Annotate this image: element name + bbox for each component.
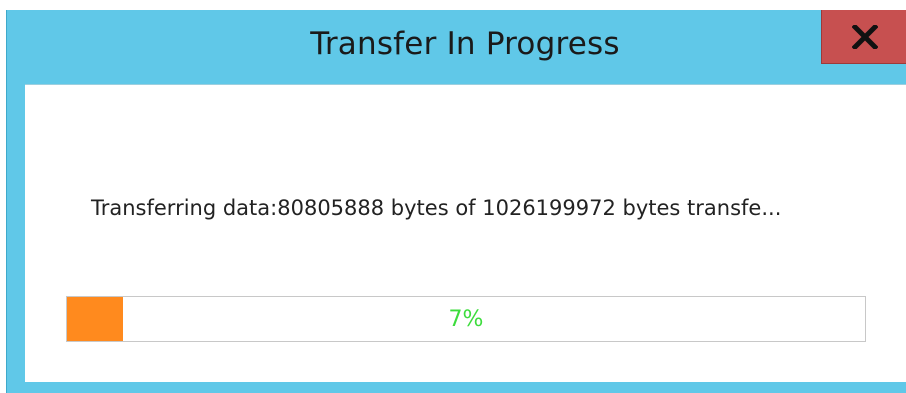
close-button[interactable] (821, 10, 906, 64)
progress-bar: 7% (66, 296, 866, 342)
progress-percent-label: 7% (448, 306, 484, 332)
dialog-content: Transferring data:80805888 bytes of 1026… (25, 84, 906, 382)
dialog-title: Transfer In Progress (310, 26, 620, 62)
transfer-dialog: Transfer In Progress Transferring data:8… (6, 10, 906, 393)
transfer-status-text: Transferring data:80805888 bytes of 1026… (91, 196, 782, 220)
close-icon (851, 24, 878, 49)
